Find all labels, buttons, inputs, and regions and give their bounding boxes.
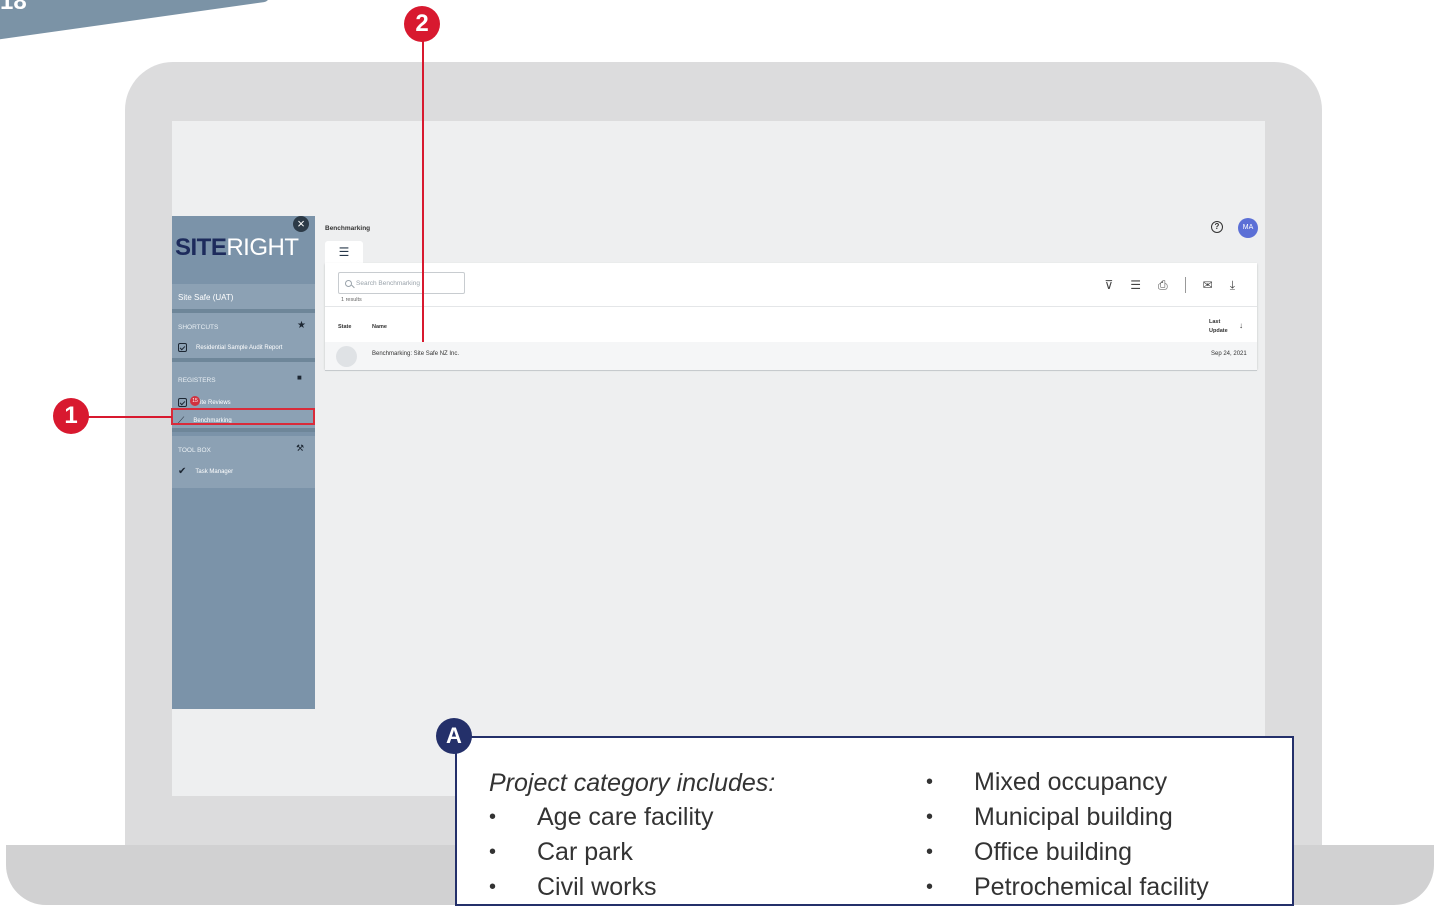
marker-1: 1 [53, 398, 89, 434]
search-icon [345, 279, 352, 287]
list-item: Age care facility [489, 800, 713, 835]
list-item: Petrochemical facility [926, 870, 1209, 905]
page-corner-tab [0, 0, 270, 42]
category-list-right: Mixed occupancy Municipal building Offic… [926, 765, 1209, 905]
checkbox-icon [178, 343, 187, 352]
filter-icon[interactable]: ⊽ [1104, 278, 1113, 292]
divider [172, 428, 315, 432]
download-icon[interactable]: ⤓ [1230, 278, 1235, 293]
sidebar-item-site-reviews[interactable]: 15 Site Reviews [178, 396, 231, 407]
shortcuts-section: SHORTCUTS ★ Residential Sample Audit Rep… [172, 313, 315, 358]
tools-icon: ⚒ [296, 443, 305, 453]
callout-title: Project category includes: [489, 769, 776, 797]
org-selector[interactable]: Site Safe (UAT) [172, 284, 315, 309]
row-last-update: Sep 24, 2021 [1211, 351, 1247, 357]
list-item: Car park [489, 835, 713, 870]
divider [325, 306, 1257, 307]
email-icon[interactable]: ✉ [1203, 278, 1213, 292]
avatar[interactable]: MA [1238, 218, 1258, 238]
benchmarking-panel: Search Benchmarking 1 results ⊽ ☰ ⎙ ✉ ⤓ … [325, 263, 1257, 371]
category-list-left: Age care facility Car park Civil works [489, 800, 713, 905]
briefcase-icon: ■ [297, 373, 302, 382]
list-item: Civil works [489, 870, 713, 905]
close-icon[interactable]: × [293, 216, 309, 232]
org-name: Site Safe (UAT) [178, 293, 234, 302]
checkbox-icon: 15 [178, 396, 200, 407]
logo-light: RIGHT [226, 234, 299, 261]
help-icon[interactable]: ? [1211, 221, 1223, 233]
callout-line-2 [422, 36, 424, 342]
list-icon: ☰ [338, 245, 350, 259]
page-number: 18 [0, 0, 27, 15]
marker-2: 2 [404, 6, 440, 42]
project-category-callout: Project category includes: Age care faci… [455, 736, 1294, 906]
list-item: Office building [926, 835, 1209, 870]
callout-line-1 [88, 416, 172, 418]
logo-bold: SITE [175, 234, 227, 261]
column-header-last-update[interactable]: Last Update [1209, 318, 1235, 336]
toolbar-divider [1184, 277, 1186, 293]
highlight-benchmarking [171, 408, 315, 425]
star-icon: ★ [297, 320, 306, 331]
tab-list-view[interactable]: ☰ [325, 241, 363, 263]
search-placeholder: Search Benchmarking [356, 279, 420, 287]
table-row[interactable]: Benchmarking: Site Safe NZ Inc. Sep 24, … [325, 342, 1257, 371]
sort-icon[interactable]: ☰ [1130, 278, 1141, 292]
results-count: 1 results [341, 297, 362, 303]
shortcut-item-label: Residential Sample Audit Report [196, 344, 283, 351]
shortcuts-title: SHORTCUTS [178, 324, 219, 331]
sidebar-item-task-manager[interactable]: ✔ Task Manager [178, 466, 233, 477]
list-item: Mixed occupancy [926, 765, 1209, 800]
list-item: Municipal building [926, 800, 1209, 835]
marker-a: A [436, 718, 472, 754]
notification-badge: 15 [190, 396, 200, 406]
state-icon [336, 346, 357, 367]
sort-arrow-icon[interactable]: ↓ [1239, 321, 1243, 330]
sidebar: × SITERIGHT Site Safe (UAT) SHORTCUTS ★ … [172, 216, 315, 709]
registers-title: REGISTERS [178, 377, 216, 384]
siteright-logo: SITERIGHT [175, 234, 299, 262]
checkmark-icon: ✔ [178, 466, 187, 477]
app-screen: × SITERIGHT Site Safe (UAT) SHORTCUTS ★ … [172, 121, 1265, 796]
toolbox-title: TOOL BOX [178, 447, 211, 454]
shortcut-item-residential-audit[interactable]: Residential Sample Audit Report [178, 343, 282, 352]
sidebar-item-label: Task Manager [195, 468, 234, 475]
toolbox-section: TOOL BOX ⚒ ✔ Task Manager [172, 436, 315, 488]
search-input[interactable]: Search Benchmarking [338, 272, 465, 294]
page-title: Benchmarking [325, 225, 371, 232]
sidebar-item-label: Site Reviews [196, 399, 231, 406]
print-icon[interactable]: ⎙ [1158, 278, 1168, 293]
column-header-name[interactable]: Name [372, 324, 387, 330]
toolbar: ⊽ ☰ ⎙ ✉ ⤓ [1104, 277, 1235, 293]
row-name[interactable]: Benchmarking: Site Safe NZ Inc. [372, 351, 459, 357]
column-header-state[interactable]: State [338, 324, 351, 330]
